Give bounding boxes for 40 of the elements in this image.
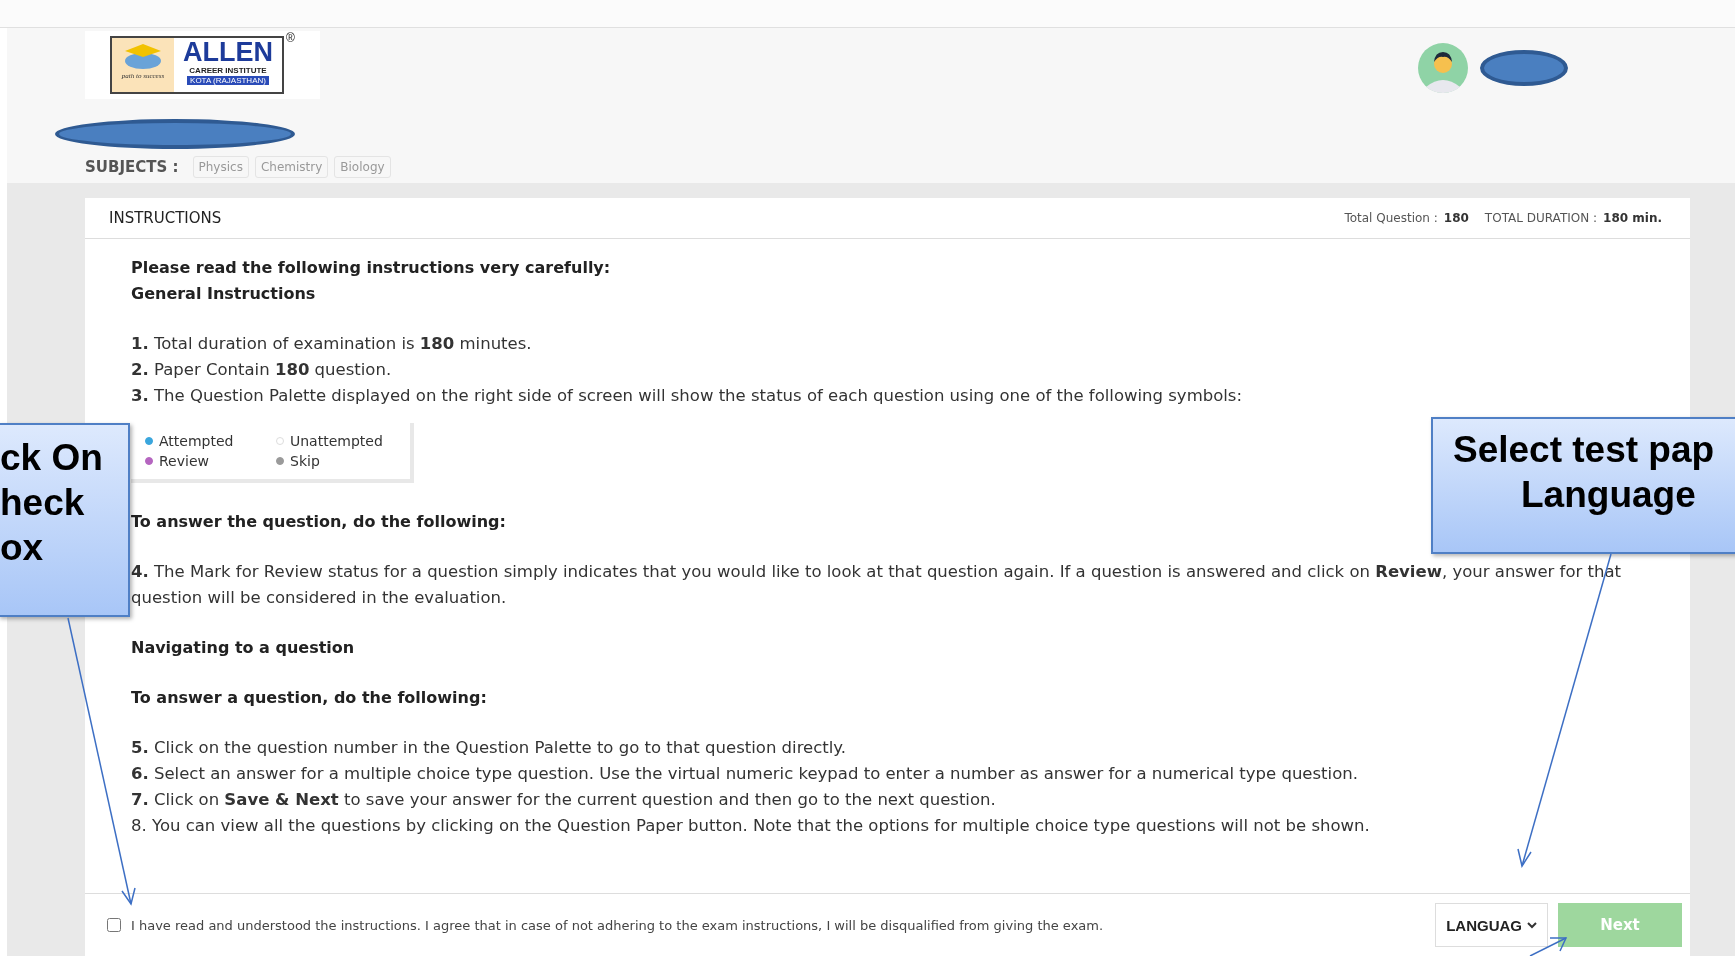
total-duration-label: TOTAL DURATION : — [1484, 211, 1598, 225]
instruction-text: 8. You can view all the questions by clicking on the Question Paper button. Note that the options for multiple choice type questions will not be shown. — [131, 815, 1371, 837]
agree-checkbox[interactable] — [107, 918, 121, 932]
total-question-label: Total Question : — [1344, 211, 1438, 225]
callout-text: heck — [0, 481, 86, 525]
status-label: Unattempted — [290, 433, 383, 449]
instruction-text: 7. Click on Save & Next to save your answer for the current question and then go to the next question. — [131, 789, 997, 811]
logo-location: KOTA (RAJASTHAN) — [187, 76, 269, 85]
instruction-text: 5. Click on the question number in the Question Palette to go to that question directly. — [131, 737, 848, 759]
instruction-text: 1. Total duration of examination is 180 minutes. — [131, 333, 533, 355]
instruction-text: 3. The Question Palette displayed on the right side of screen will show the status of each question using one of the following symbols: — [131, 385, 1243, 407]
instruction-heading: General Instructions — [131, 283, 317, 305]
instruction-text: 2. Paper Contain 180 question. — [131, 359, 393, 381]
status-label: Attempted — [159, 433, 234, 449]
registered-mark: ® — [286, 31, 295, 45]
logo-name: ALLEN — [183, 38, 273, 66]
subjects-label: SUBJECTS : — [85, 158, 179, 176]
subject-tab[interactable]: Physics — [192, 156, 249, 178]
logo-subtitle: CAREER INSTITUTE — [189, 66, 267, 75]
instruction-heading: To answer a question, do the following: — [131, 687, 488, 709]
instruction-heading: Please read the following instructions very carefully: — [131, 257, 612, 279]
total-question-value: 180 — [1443, 211, 1469, 225]
callout-text: ox — [0, 526, 45, 570]
status-label: Skip — [290, 453, 320, 469]
instruction-heading: To answer the question, do the following: — [131, 511, 507, 533]
status-label: Review — [159, 453, 209, 469]
total-duration-value: 180 min. — [1603, 211, 1662, 225]
instructions-title: INSTRUCTIONS — [109, 209, 222, 227]
callout-text: ck On — [0, 436, 104, 480]
agree-text: I have read and understood the instructions. I agree that in case of not adhering to the exam instructions, I will be disqualified from giving the exam. — [131, 917, 1105, 933]
callout-text: Select test pap — [1453, 428, 1715, 472]
subject-tab[interactable]: Biology — [334, 156, 391, 178]
instruction-text: 6. Select an answer for a multiple choice type question. Use the virtual numeric keypad to enter a number as answer for a numerical type question. — [131, 763, 1359, 785]
callout-text: Language — [1521, 473, 1696, 517]
instruction-heading: Navigating to a question — [131, 637, 356, 659]
language-dropdown[interactable]: LANGUAG — [1435, 903, 1548, 947]
leader-arrow — [1529, 937, 1568, 956]
chevron-down-icon — [1527, 921, 1537, 929]
avatar-icon — [1418, 43, 1468, 93]
subject-tab[interactable]: Chemistry — [254, 156, 329, 178]
